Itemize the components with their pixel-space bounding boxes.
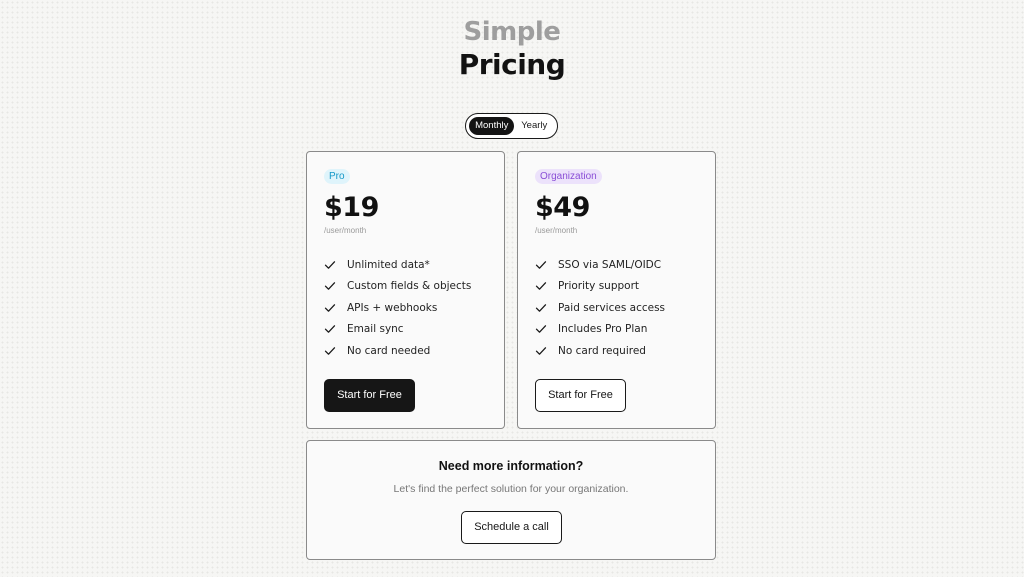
schedule-call-button[interactable]: Schedule a call bbox=[461, 511, 562, 544]
feature-text: Includes Pro Plan bbox=[558, 323, 648, 336]
plan-card-pro: Pro $19 /user/month Unlimited data* Cust… bbox=[306, 151, 505, 429]
check-icon bbox=[535, 260, 547, 269]
contact-subtitle: Let's find the perfect solution for your… bbox=[393, 483, 629, 495]
feature-text: Paid services access bbox=[558, 301, 666, 314]
feature-item: Includes Pro Plan bbox=[535, 319, 665, 341]
check-icon bbox=[535, 282, 547, 291]
plan-period: /user/month bbox=[535, 226, 578, 235]
feature-text: No card required bbox=[558, 344, 646, 357]
check-icon bbox=[324, 346, 336, 355]
toggle-monthly[interactable]: Monthly bbox=[469, 117, 515, 135]
feature-text: Unlimited data* bbox=[347, 258, 430, 271]
feature-item: Priority support bbox=[535, 276, 665, 298]
plan-badge: Organization bbox=[535, 169, 602, 184]
start-free-button-organization[interactable]: Start for Free bbox=[535, 379, 626, 412]
feature-text: APIs + webhooks bbox=[347, 301, 438, 314]
check-icon bbox=[535, 325, 547, 334]
feature-text: Priority support bbox=[558, 280, 640, 293]
plan-card-organization: Organization $49 /user/month SSO via SAM… bbox=[517, 151, 716, 429]
check-icon bbox=[324, 282, 336, 291]
plan-price: $49 bbox=[535, 192, 590, 223]
start-free-button-pro[interactable]: Start for Free bbox=[324, 379, 415, 412]
plan-period: /user/month bbox=[324, 226, 367, 235]
plan-badge: Pro bbox=[324, 169, 350, 184]
check-icon bbox=[535, 346, 547, 355]
heading-pricing: Pricing bbox=[458, 48, 566, 81]
feature-item: No card required bbox=[535, 340, 665, 362]
feature-item: Custom fields & objects bbox=[324, 276, 471, 298]
check-icon bbox=[324, 325, 336, 334]
feature-item: APIs + webhooks bbox=[324, 297, 471, 319]
feature-list: Unlimited data* Custom fields & objects … bbox=[324, 254, 471, 362]
feature-text: Email sync bbox=[347, 323, 404, 336]
check-icon bbox=[324, 260, 336, 269]
feature-list: SSO via SAML/OIDC Priority support Paid … bbox=[535, 254, 665, 362]
feature-item: Paid services access bbox=[535, 297, 665, 319]
feature-item: No card needed bbox=[324, 340, 471, 362]
plan-price: $19 bbox=[324, 192, 379, 223]
contact-card: Need more information? Let's find the pe… bbox=[306, 440, 716, 560]
feature-text: SSO via SAML/OIDC bbox=[558, 258, 662, 271]
feature-text: No card needed bbox=[347, 344, 431, 357]
heading-simple: Simple bbox=[463, 17, 561, 47]
feature-item: Email sync bbox=[324, 319, 471, 341]
toggle-yearly[interactable]: Yearly bbox=[514, 117, 554, 135]
feature-text: Custom fields & objects bbox=[347, 280, 472, 293]
feature-item: SSO via SAML/OIDC bbox=[535, 254, 665, 276]
check-icon bbox=[535, 303, 547, 312]
check-icon bbox=[324, 303, 336, 312]
feature-item: Unlimited data* bbox=[324, 254, 471, 276]
billing-toggle[interactable]: Monthly Yearly bbox=[465, 113, 558, 139]
contact-title: Need more information? bbox=[438, 459, 584, 473]
